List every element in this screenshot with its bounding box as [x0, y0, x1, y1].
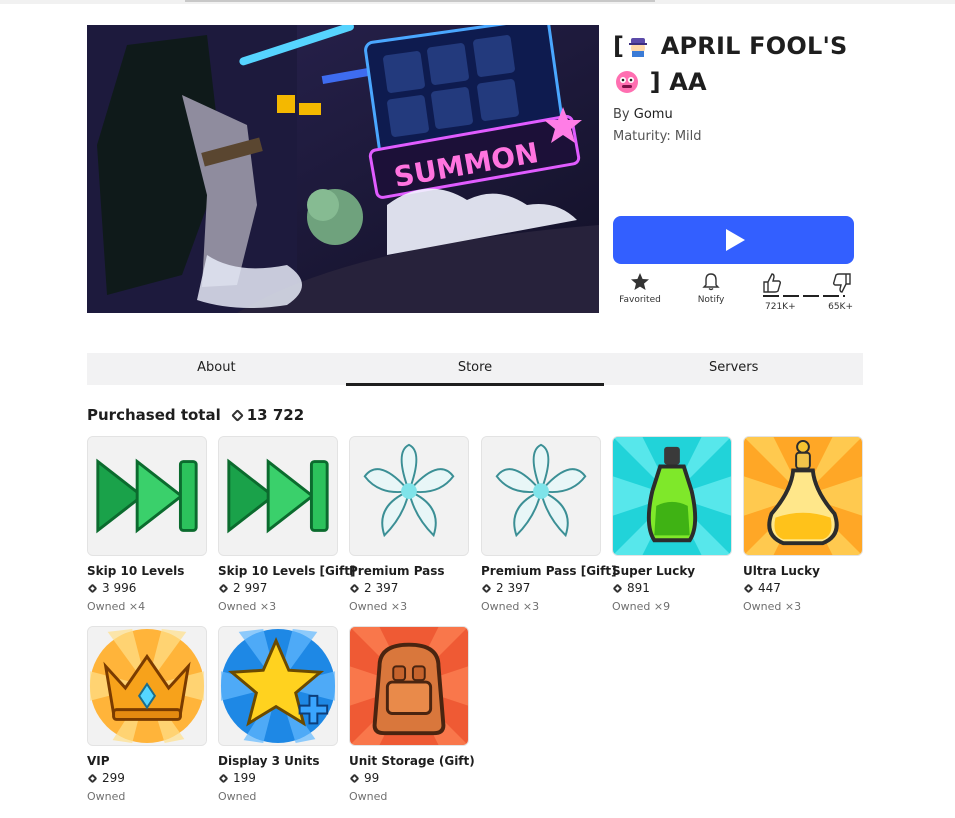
- item-price: 2 397: [349, 581, 470, 596]
- game-thumbnail[interactable]: SUMMON: [87, 25, 599, 313]
- store-item[interactable]: Super Lucky 891 Owned ×9: [612, 436, 733, 614]
- item-name: Premium Pass: [349, 564, 445, 578]
- item-name: VIP: [87, 754, 110, 768]
- item-price: 99: [349, 771, 470, 786]
- store-item[interactable]: Display 3 Units 199 Owned: [218, 626, 339, 804]
- notify-button[interactable]: Notify: [693, 272, 729, 305]
- star-icon: [631, 273, 649, 290]
- action-bar: Favorited Notify 721K+ 65K+: [613, 272, 858, 316]
- favorite-button[interactable]: Favorited: [619, 272, 661, 305]
- store-item[interactable]: Ultra Lucky 447 Owned ×3: [743, 436, 864, 614]
- store-item[interactable]: Skip 10 Levels 3 996 Owned ×4: [87, 436, 208, 614]
- tab-store[interactable]: Store: [345, 353, 605, 386]
- purchased-label: Purchased total: [87, 406, 221, 424]
- item-price: 891: [612, 581, 733, 596]
- vote-widget: 721K+ 65K+: [761, 272, 853, 316]
- star-plus-icon: [218, 626, 338, 746]
- robux-icon: [218, 583, 229, 594]
- purchased-total: Purchased total 13 722: [87, 406, 304, 424]
- vote-ratio-bar: [763, 295, 845, 297]
- creator-link[interactable]: Gomu: [634, 107, 673, 122]
- item-name: Premium Pass [Gift]: [481, 564, 617, 578]
- robux-icon: [230, 408, 244, 422]
- lotus-flower-icon: [481, 436, 601, 556]
- item-price: 299: [87, 771, 208, 786]
- green-potion-icon: [612, 436, 732, 556]
- item-name: Super Lucky: [612, 564, 696, 578]
- item-owned: Owned ×9: [612, 600, 671, 613]
- fast-forward-icon: [87, 436, 207, 556]
- robux-icon: [218, 773, 229, 784]
- item-owned: Owned ×3: [743, 600, 802, 613]
- bell-icon: [702, 273, 720, 291]
- game-title: [ APRIL FOOL'S ] AA: [613, 32, 848, 96]
- item-price: 447: [743, 581, 864, 596]
- hero-illustration: SUMMON: [87, 25, 599, 313]
- purchased-amount: 13 722: [246, 406, 305, 424]
- item-price: 3 996: [87, 581, 208, 596]
- game-info: [ APRIL FOOL'S ] AA By Gomu Maturity: Mi…: [613, 28, 863, 145]
- item-price: 2 997: [218, 581, 339, 596]
- tab-about[interactable]: About: [87, 353, 346, 385]
- crown-icon: [87, 626, 207, 746]
- notify-label: Notify: [697, 295, 725, 305]
- robux-icon: [481, 583, 492, 594]
- item-owned: Owned: [87, 790, 126, 803]
- detective-emoji-icon: [626, 32, 650, 57]
- item-owned: Owned ×3: [349, 600, 408, 613]
- item-name: Ultra Lucky: [743, 564, 820, 578]
- item-name: Display 3 Units: [218, 754, 320, 768]
- backpack-icon: [349, 626, 469, 746]
- item-name: Unit Storage (Gift): [349, 754, 475, 768]
- item-name: Skip 10 Levels [Gift]: [218, 564, 356, 578]
- thumbs-down-icon[interactable]: [831, 272, 853, 294]
- item-owned: Owned ×4: [87, 600, 146, 613]
- pink-monster-emoji-icon: [615, 68, 639, 93]
- favorite-label: Favorited: [619, 295, 661, 305]
- item-owned: Owned ×3: [218, 600, 277, 613]
- robux-icon: [349, 773, 360, 784]
- play-button[interactable]: [613, 216, 854, 264]
- robux-icon: [87, 583, 98, 594]
- robux-icon: [349, 583, 360, 594]
- store-item[interactable]: VIP 299 Owned: [87, 626, 208, 804]
- gold-potion-icon: [743, 436, 863, 556]
- dislikes-count: 65K+: [828, 302, 853, 312]
- item-price: 199: [218, 771, 339, 786]
- item-price: 2 397: [481, 581, 602, 596]
- play-icon: [725, 229, 745, 251]
- robux-icon: [743, 583, 754, 594]
- likes-count: 721K+: [765, 302, 796, 312]
- item-owned: Owned: [218, 790, 257, 803]
- item-owned: Owned ×3: [481, 600, 540, 613]
- store-item[interactable]: Unit Storage (Gift) 99 Owned: [349, 626, 475, 804]
- store-item[interactable]: Premium Pass [Gift] 2 397 Owned ×3: [481, 436, 617, 614]
- store-item[interactable]: Premium Pass 2 397 Owned ×3: [349, 436, 470, 614]
- robux-icon: [87, 773, 98, 784]
- creator-line: By Gomu: [613, 107, 673, 122]
- tab-bar: About Store Servers: [87, 353, 863, 386]
- robux-icon: [612, 583, 623, 594]
- maturity-rating: Maturity: Mild: [613, 129, 702, 144]
- item-owned: Owned: [349, 790, 388, 803]
- top-scroll-indicator: [0, 0, 955, 4]
- store-item[interactable]: Skip 10 Levels [Gift] 2 997 Owned ×3: [218, 436, 356, 614]
- tab-servers[interactable]: Servers: [604, 353, 863, 385]
- lotus-flower-icon: [349, 436, 469, 556]
- fast-forward-icon: [218, 436, 338, 556]
- thumbs-up-icon[interactable]: [761, 272, 783, 294]
- item-name: Skip 10 Levels: [87, 564, 185, 578]
